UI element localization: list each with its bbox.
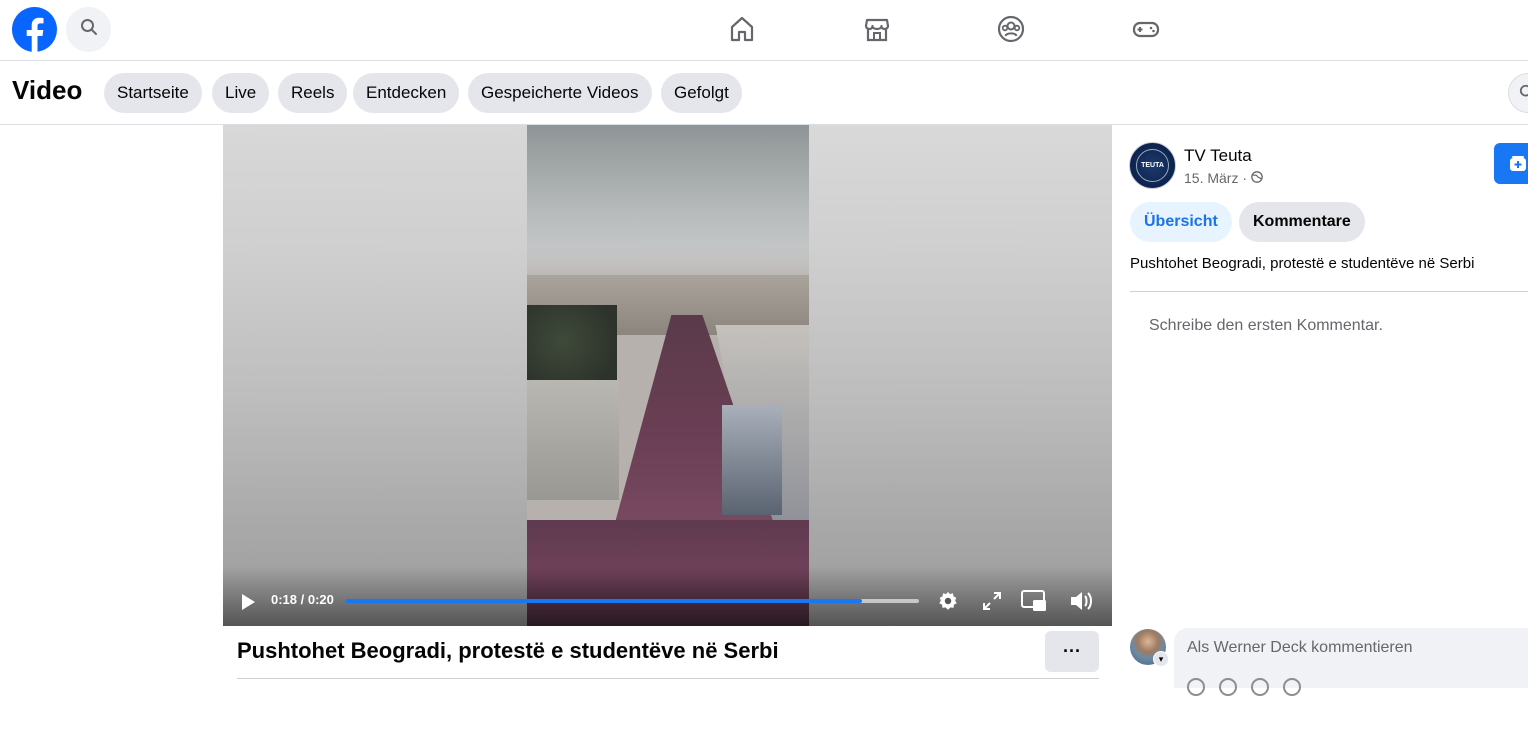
video-blur-right bbox=[809, 125, 1112, 626]
search-button[interactable] bbox=[66, 7, 111, 52]
settings-icon[interactable] bbox=[936, 589, 960, 613]
more-options-button[interactable]: ··· bbox=[1045, 631, 1099, 672]
video-subnav: Video Startseite Live Reels Entdecken Ge… bbox=[0, 61, 1528, 125]
page-name[interactable]: TV Teuta bbox=[1184, 146, 1252, 166]
post-date-text: 15. März · bbox=[1184, 170, 1248, 186]
search-icon bbox=[80, 18, 98, 41]
post-description: Pushtohet Beogradi, protestë e studentëv… bbox=[1130, 255, 1475, 272]
tab-overview[interactable]: Übersicht bbox=[1130, 202, 1232, 242]
video-player[interactable]: 0:18 / 0:20 bbox=[223, 125, 1112, 626]
controls-overlay bbox=[223, 566, 1112, 626]
comment-input[interactable]: Als Werner Deck kommentieren bbox=[1174, 628, 1528, 696]
emoji-icon[interactable] bbox=[1219, 678, 1237, 696]
avatar-sticker-icon[interactable] bbox=[1187, 678, 1205, 696]
tab-reels[interactable]: Reels bbox=[278, 73, 348, 113]
comment-placeholder: Als Werner Deck kommentieren bbox=[1187, 639, 1413, 656]
volume-icon[interactable] bbox=[1068, 589, 1094, 613]
home-icon[interactable] bbox=[725, 12, 759, 46]
globe-icon bbox=[1251, 170, 1263, 186]
follow-button[interactable] bbox=[1494, 143, 1528, 184]
glass-tower bbox=[722, 405, 782, 515]
tab-saved-videos[interactable]: Gespeicherte Videos bbox=[468, 73, 652, 113]
divider bbox=[1130, 291, 1528, 292]
video-frame bbox=[527, 125, 809, 626]
gif-icon[interactable] bbox=[1283, 678, 1301, 696]
groups-icon[interactable] bbox=[994, 12, 1028, 46]
tab-entdecken[interactable]: Entdecken bbox=[353, 73, 460, 113]
page-avatar-text: TEUTA bbox=[1136, 149, 1169, 182]
section-title: Video bbox=[12, 75, 83, 105]
divider bbox=[237, 678, 1099, 679]
tab-startseite[interactable]: Startseite bbox=[104, 73, 202, 113]
post-date: 15. März · bbox=[1184, 170, 1263, 186]
page-avatar[interactable]: TEUTA bbox=[1130, 143, 1175, 188]
follow-icon bbox=[1508, 154, 1528, 179]
gaming-icon[interactable] bbox=[1129, 12, 1163, 46]
no-comments-text: Schreibe den ersten Kommentar. bbox=[1149, 317, 1383, 334]
playback-time: 0:18 / 0:20 bbox=[271, 592, 334, 607]
progress-fill bbox=[345, 599, 862, 603]
play-icon[interactable] bbox=[237, 591, 259, 613]
fullscreen-icon[interactable] bbox=[980, 589, 1004, 613]
tab-following[interactable]: Gefolgt bbox=[661, 73, 742, 113]
video-blur-left bbox=[223, 125, 527, 626]
chevron-down-icon[interactable]: ▾ bbox=[1153, 651, 1169, 667]
top-navigation-bar bbox=[0, 0, 1528, 61]
progress-bar[interactable] bbox=[345, 599, 919, 603]
building-left bbox=[527, 380, 619, 500]
tab-comments[interactable]: Kommentare bbox=[1239, 202, 1365, 242]
video-search-button[interactable] bbox=[1508, 73, 1528, 113]
video-title: Pushtohet Beogradi, protestë e studentëv… bbox=[237, 638, 779, 663]
camera-icon[interactable] bbox=[1251, 678, 1269, 696]
picture-in-picture-icon[interactable] bbox=[1020, 588, 1048, 614]
tab-live[interactable]: Live bbox=[212, 73, 270, 113]
comment-toolbar bbox=[1187, 678, 1301, 696]
search-icon bbox=[1519, 84, 1528, 105]
facebook-logo[interactable] bbox=[12, 7, 57, 52]
marketplace-icon[interactable] bbox=[860, 12, 894, 46]
